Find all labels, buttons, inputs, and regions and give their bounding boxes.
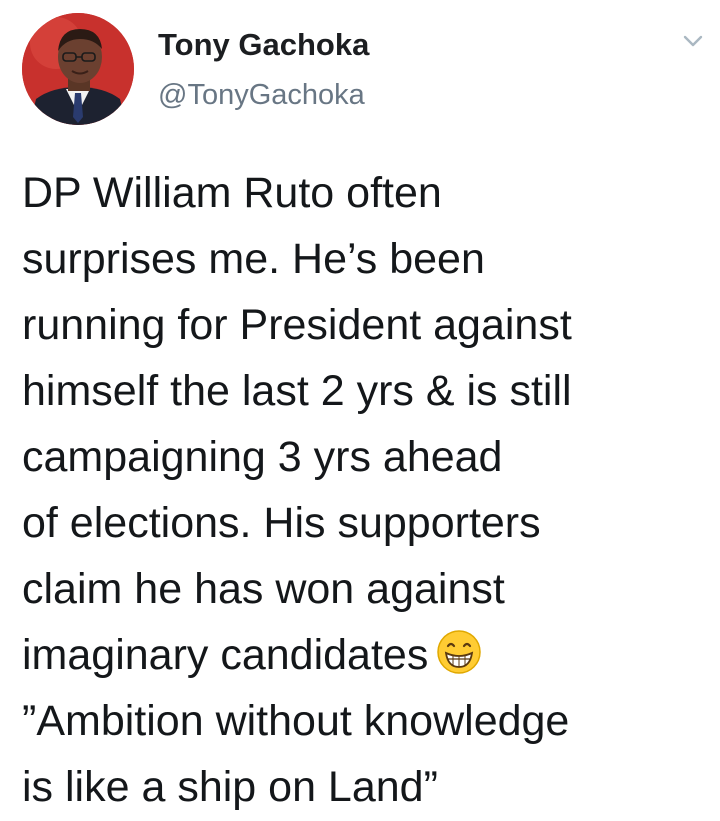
tweet-line-with-emoji: imaginary candidates [22, 622, 712, 688]
author-display-name[interactable]: Tony Gachoka [158, 27, 369, 63]
avatar[interactable] [22, 13, 134, 125]
tweet-card: Tony Gachoka @TonyGachoka DP William Rut… [0, 0, 720, 821]
grinning-face-icon [436, 628, 482, 674]
tweet-line: of elections. His supporters [22, 499, 541, 547]
tweet-line: running for President against [22, 301, 572, 349]
tweet-line: imaginary candidates [22, 631, 429, 679]
tweet-line: ”Ambition without knowledge [22, 697, 570, 745]
author-handle[interactable]: @TonyGachoka [158, 79, 365, 112]
chevron-down-icon[interactable] [680, 28, 706, 54]
tweet-text: DP William Ruto often surprises me. He’s… [22, 160, 712, 820]
tweet-line: himself the last 2 yrs & is still [22, 367, 572, 415]
tweet-line: campaigning 3 yrs ahead [22, 433, 503, 481]
tweet-line: surprises me. He’s been [22, 235, 485, 283]
tweet-line: claim he has won against [22, 565, 505, 613]
tweet-line: is like a ship on Land” [22, 763, 438, 811]
tweet-line: DP William Ruto often [22, 169, 442, 217]
avatar-photo [22, 13, 134, 125]
